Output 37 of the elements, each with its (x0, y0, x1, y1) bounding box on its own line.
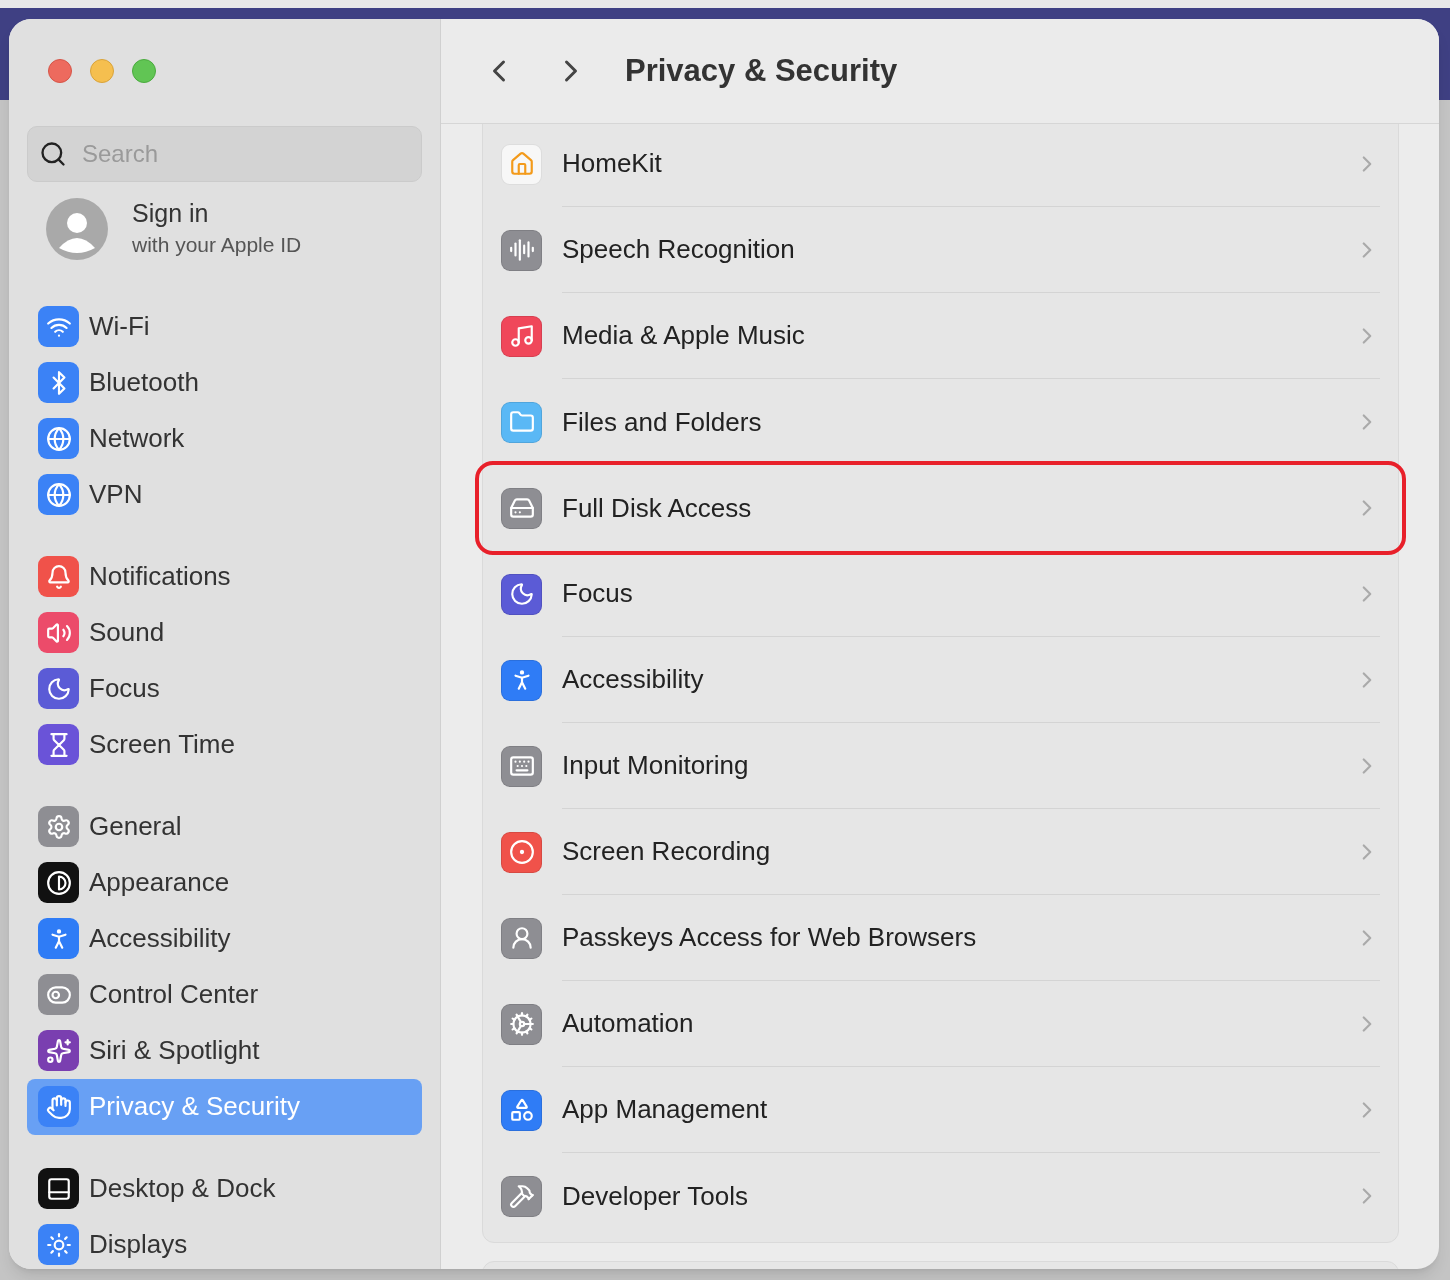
settings-row[interactable]: Automation (479, 981, 1402, 1067)
settings-row[interactable]: App Management (479, 1067, 1402, 1153)
minimize-button[interactable] (90, 59, 114, 83)
sign-in-title[interactable]: Sign in (132, 198, 302, 230)
sidebar-item[interactable]: Desktop & Dock (27, 1160, 422, 1217)
sidebar-item[interactable]: Siri & Spotlight (27, 1022, 422, 1079)
settings-row[interactable]: Media & Apple Music (479, 293, 1402, 379)
sidebar-item[interactable]: Notifications (27, 548, 422, 605)
settings-row[interactable]: Accessibility (479, 637, 1402, 723)
sidebar-item[interactable]: Wi-Fi (27, 298, 422, 355)
sidebar-item[interactable]: Screen Time (27, 716, 422, 773)
sidebar-item[interactable]: Control Center (27, 966, 422, 1023)
sidebar-item[interactable]: Appearance (27, 854, 422, 911)
window-title: Privacy & Security (625, 51, 898, 90)
settings-row[interactable]: Passkeys Access for Web Browsers (479, 895, 1402, 981)
sidebar-item[interactable]: Focus (27, 660, 422, 717)
sign-in-subtitle: with your Apple ID (132, 232, 302, 259)
avatar-icon (46, 198, 108, 261)
settings-row[interactable]: Developer Tools (479, 1153, 1402, 1239)
search-icon (39, 140, 67, 168)
sidebar-item[interactable]: Bluetooth (27, 354, 422, 411)
sidebar-item[interactable]: General (27, 798, 422, 855)
sidebar-item[interactable]: Accessibility (27, 910, 422, 967)
sidebar-item[interactable]: VPN (27, 466, 422, 523)
sidebar-item[interactable]: Sound (27, 604, 422, 661)
settings-row[interactable]: Input Monitoring (479, 723, 1402, 809)
settings-row[interactable]: Full Disk Access (479, 465, 1402, 551)
search-field[interactable]: Search (27, 126, 422, 182)
settings-row[interactable]: Speech Recognition (479, 207, 1402, 293)
settings-row[interactable]: Focus (479, 551, 1402, 637)
settings-row[interactable]: HomeKit (479, 124, 1402, 207)
sidebar-item[interactable]: Network (27, 410, 422, 467)
settings-row[interactable]: Files and Folders (479, 379, 1402, 465)
zoom-button[interactable] (132, 59, 156, 83)
sidebar-item[interactable]: Displays (27, 1216, 422, 1269)
close-button[interactable] (48, 59, 72, 83)
settings-row[interactable]: Screen Recording (479, 809, 1402, 895)
